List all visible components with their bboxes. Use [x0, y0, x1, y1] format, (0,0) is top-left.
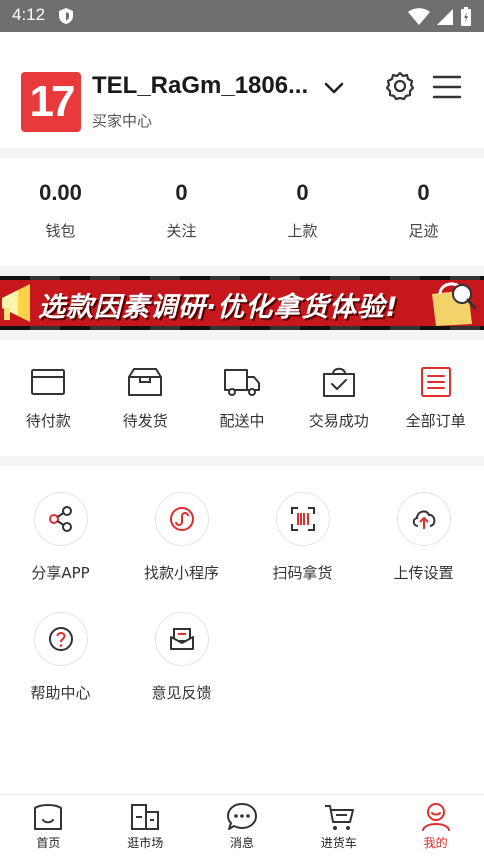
tool-label: 找款小程序 — [143, 564, 219, 582]
order-pending-payment[interactable]: 待付款 — [0, 340, 97, 456]
order-label: 待付款 — [25, 412, 71, 430]
box-icon — [127, 366, 163, 398]
profile-icon — [421, 803, 450, 831]
order-in-delivery[interactable]: 配送中 — [194, 340, 291, 456]
feedback-icon — [154, 612, 209, 666]
stat-value: 0.00 — [39, 180, 82, 205]
stat-value: 0 — [296, 180, 309, 205]
tool-label: 扫码拿货 — [272, 564, 333, 582]
stat-value: 0 — [417, 180, 430, 205]
signal-icon — [437, 9, 453, 25]
tool-label: 帮助中心 — [30, 684, 91, 702]
section-divider — [0, 148, 484, 158]
stat-wallet[interactable]: 0.00 钱包 — [0, 158, 121, 266]
section-divider — [0, 266, 484, 276]
order-pending-shipment[interactable]: 待发货 — [97, 340, 194, 456]
nav-label: 首页 — [36, 836, 61, 850]
menu-icon[interactable] — [432, 74, 462, 104]
order-completed[interactable]: 交易成功 — [290, 340, 387, 456]
section-divider — [0, 330, 484, 340]
order-label: 交易成功 — [308, 412, 369, 430]
banner-text: 选款因素调研·优化拿货体验! — [38, 292, 399, 323]
nav-home[interactable]: 首页 — [0, 795, 97, 860]
tool-mini-program[interactable]: 找款小程序 — [121, 492, 242, 583]
profile-header: 17 TEL_RaGm_1806... 买家中心 — [0, 32, 484, 148]
orders-row: 待付款 待发货 配送中 交易成功 全部订单 — [0, 340, 484, 456]
stat-label: 上款 — [287, 222, 318, 240]
message-icon — [226, 803, 257, 830]
status-time: 4:12 — [12, 5, 46, 24]
megaphone-icon — [0, 284, 36, 328]
tool-label: 上传设置 — [393, 564, 454, 582]
cart-icon — [324, 805, 354, 830]
shield-icon — [58, 7, 74, 29]
stat-label: 钱包 — [45, 222, 76, 240]
market-icon — [131, 804, 160, 830]
cloud-upload-icon — [396, 492, 451, 546]
survey-banner[interactable]: 选款因素调研·优化拿货体验! — [0, 276, 484, 330]
scan-icon — [275, 492, 330, 546]
nav-label: 消息 — [229, 836, 254, 850]
stat-value: 0 — [175, 180, 188, 205]
share-icon — [33, 492, 88, 546]
status-bar: 4:12 — [0, 0, 484, 32]
stat-history[interactable]: 0 足迹 — [363, 158, 484, 266]
order-label: 配送中 — [219, 412, 265, 430]
order-label: 全部订单 — [405, 412, 466, 430]
nav-messages[interactable]: 消息 — [194, 795, 291, 860]
tool-label: 分享APP — [31, 564, 90, 582]
app-logo: 17 — [21, 72, 81, 132]
username[interactable]: TEL_RaGm_1806... — [92, 72, 308, 100]
bottom-nav: 首页 逛市场 消息 进货车 我的 — [0, 794, 484, 860]
stat-label: 关注 — [166, 222, 197, 240]
nav-label: 逛市场 — [127, 836, 164, 850]
battery-icon — [461, 7, 471, 26]
chevron-down-icon[interactable] — [322, 78, 346, 102]
bag-check-icon — [321, 366, 357, 398]
home-icon — [34, 804, 63, 830]
tool-scan[interactable]: 扫码拿货 — [242, 492, 363, 583]
banner-stripe — [0, 276, 484, 280]
list-icon — [420, 366, 452, 398]
stats-row: 0.00 钱包 0 关注 0 上款 0 足迹 — [0, 158, 484, 266]
stat-follow[interactable]: 0 关注 — [121, 158, 242, 266]
card-icon — [30, 366, 66, 398]
stat-listed[interactable]: 0 上款 — [242, 158, 363, 266]
nav-label: 进货车 — [320, 836, 357, 850]
truck-icon — [223, 366, 261, 398]
stat-label: 足迹 — [408, 222, 439, 240]
wifi-icon — [408, 8, 430, 25]
shopping-bag-icon — [426, 280, 478, 330]
tool-share-app[interactable]: 分享APP — [0, 492, 121, 583]
nav-cart[interactable]: 进货车 — [290, 795, 387, 860]
nav-label: 我的 — [423, 836, 448, 850]
tool-feedback[interactable]: 意见反馈 — [121, 612, 242, 703]
account-subtitle: 买家中心 — [92, 112, 153, 130]
section-divider — [0, 456, 484, 466]
order-all[interactable]: 全部订单 — [387, 340, 484, 456]
nav-market[interactable]: 逛市场 — [97, 795, 194, 860]
tool-upload-settings[interactable]: 上传设置 — [363, 492, 484, 583]
order-label: 待发货 — [122, 412, 168, 430]
help-icon — [33, 612, 88, 666]
tool-label: 意见反馈 — [151, 684, 212, 702]
mini-program-icon — [154, 492, 209, 546]
gear-icon[interactable] — [384, 70, 416, 106]
tool-help-center[interactable]: 帮助中心 — [0, 612, 121, 703]
nav-profile[interactable]: 我的 — [387, 795, 484, 860]
